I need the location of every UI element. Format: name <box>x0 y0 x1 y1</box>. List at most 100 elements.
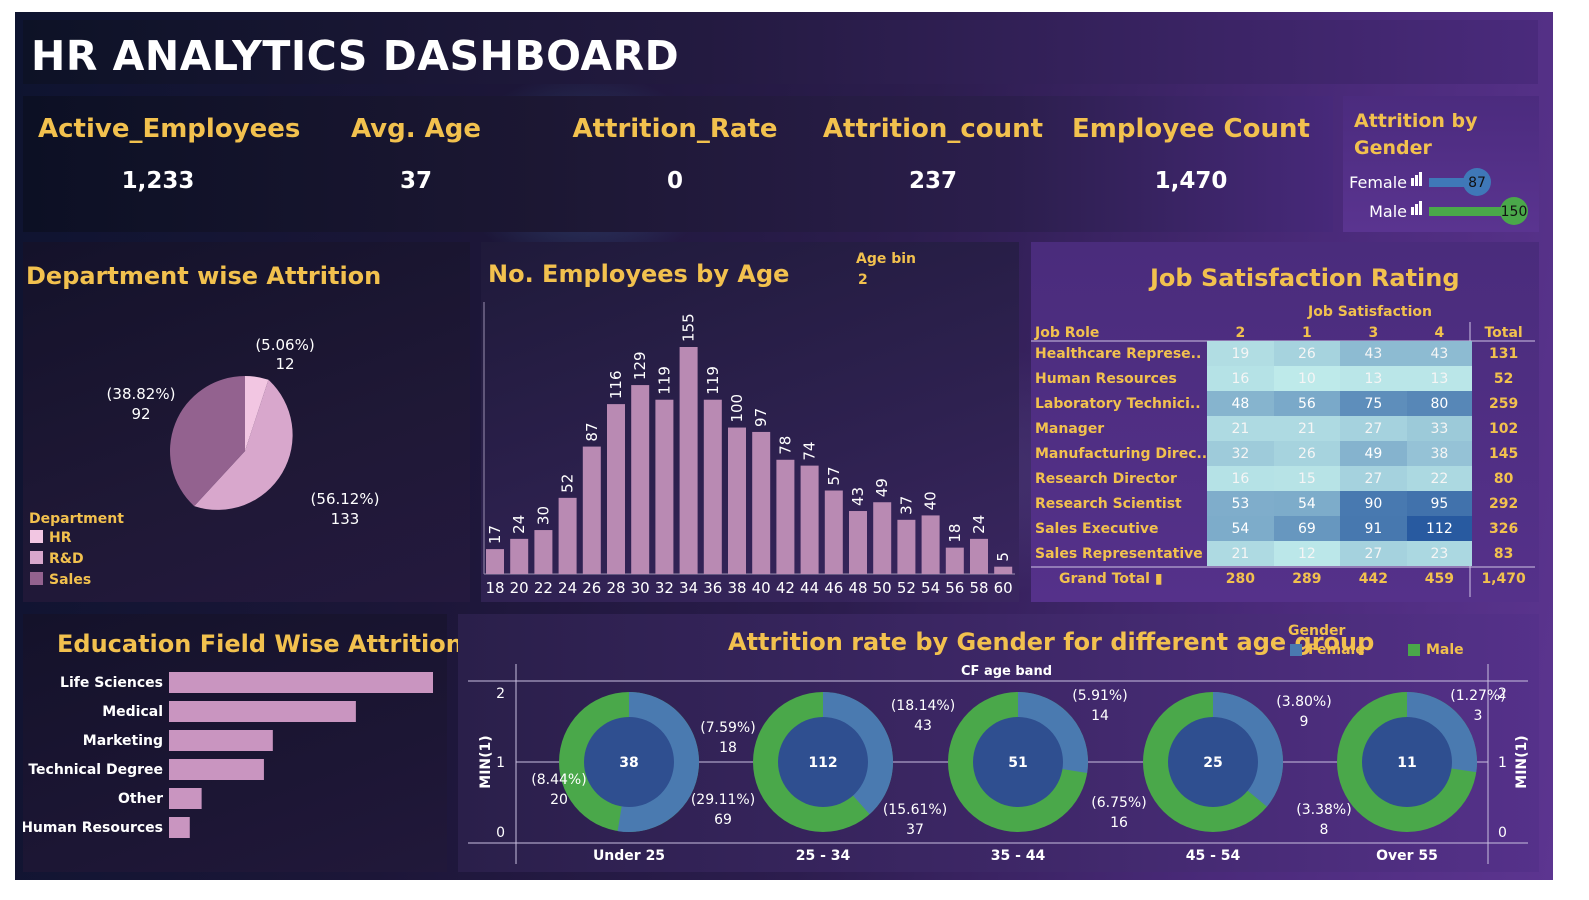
row-total: 52 <box>1493 370 1514 387</box>
age-bar <box>582 446 601 574</box>
donut-male-pct: (7.59%) <box>700 720 755 736</box>
x-tick-label: 36 <box>703 579 722 597</box>
donut-male-value: 69 <box>714 812 732 828</box>
bar-icon <box>1415 175 1418 186</box>
age-bar-value-label: 155 <box>680 313 698 342</box>
donut-male-pct: (15.61%) <box>883 802 947 818</box>
age-bar-value-label: 24 <box>970 515 988 534</box>
gender-label-male: Male <box>1369 202 1407 221</box>
age-bar-value-label: 49 <box>873 478 891 497</box>
page-title: HR ANALYTICS DASHBOARD <box>31 32 680 80</box>
donut-center-value: 11 <box>1397 755 1416 771</box>
y-tick-left-0: 0 <box>496 825 505 841</box>
age-bar <box>631 385 650 574</box>
education-category-label: Other <box>118 791 163 807</box>
band-label: Under 25 <box>593 848 665 864</box>
donut-male-value: 16 <box>1110 815 1128 831</box>
age-bar <box>945 547 964 574</box>
grand-total-row: Grand Total ▮ 280 289 442 459 1,470 <box>1031 566 1535 591</box>
row-total: 259 <box>1488 395 1519 412</box>
table-row[interactable]: Human Resources 16 10 13 13 52 <box>1031 366 1535 391</box>
pie-label-hr-value: 12 <box>275 355 294 373</box>
x-tick-label: 50 <box>873 579 892 597</box>
column-header: Total <box>1484 325 1523 341</box>
x-tick-label: 40 <box>752 579 771 597</box>
heat-cell: 21 <box>1273 416 1341 441</box>
x-tick-label: 26 <box>582 579 601 597</box>
table-row[interactable]: Laboratory Technici.. 48 56 75 80 259 <box>1031 391 1535 416</box>
legend-swatch-hr <box>30 530 43 543</box>
table-row[interactable]: Manufacturing Direc.. 32 26 49 38 145 <box>1031 441 1535 466</box>
employees-by-age-panel: No. Employees by Age Age bin 2 17 24 30 52 8… <box>481 242 1019 602</box>
donut-male-pct: (6.75%) <box>1091 795 1146 811</box>
bar-icon <box>1419 201 1422 215</box>
band-label: 35 - 44 <box>991 848 1046 864</box>
legend-label-hr: HR <box>49 530 72 546</box>
grand-total-label: Grand Total ▮ <box>1059 570 1163 587</box>
heat-cell: 38 <box>1406 441 1473 466</box>
kpi-label: Attrition_Rate <box>572 114 778 144</box>
gender-value-female: 87 <box>1468 175 1486 191</box>
row-label: Manager <box>1035 420 1105 437</box>
row-total: 83 <box>1493 545 1514 562</box>
heat-cell: 43 <box>1406 341 1473 366</box>
heat-cell: 90 <box>1340 491 1407 516</box>
table-row[interactable]: Healthcare Represe.. 19 26 43 43 131 <box>1031 341 1535 366</box>
y-axis-title-right: MIN(1) <box>1514 735 1530 788</box>
y-tick-right-1: 1 <box>1498 755 1507 771</box>
heat-cell: 21 <box>1207 541 1274 566</box>
table-row[interactable]: Sales Representative 21 12 27 23 83 <box>1031 541 1535 566</box>
age-bar-value-label: 119 <box>704 366 722 395</box>
education-bar <box>169 817 190 838</box>
gender-label-female: Female <box>1349 173 1407 192</box>
row-label: Laboratory Technici.. <box>1035 395 1201 412</box>
heat-cell: 13 <box>1406 366 1473 391</box>
kpi-label: Avg. Age <box>350 114 482 144</box>
heat-cell: 22 <box>1406 466 1473 491</box>
heat-cell: 33 <box>1406 416 1473 441</box>
row-total: 131 <box>1488 345 1519 362</box>
x-tick-label: 38 <box>727 579 746 597</box>
heat-cell: 54 <box>1207 516 1274 541</box>
kpi-value: 1,233 <box>121 168 195 194</box>
y-tick-left-2: 2 <box>496 686 505 702</box>
x-tick-label: 18 <box>485 579 504 597</box>
column-header: 4 <box>1434 325 1445 341</box>
heat-cell: 69 <box>1273 516 1341 541</box>
kpi-value: 1,470 <box>1154 168 1228 194</box>
x-tick-label: 48 <box>848 579 867 597</box>
age-bar <box>679 347 698 574</box>
table-row[interactable]: Research Scientist 53 54 90 95 292 <box>1031 491 1535 516</box>
education-category-label: Life Sciences <box>60 675 163 691</box>
row-label: Healthcare Represe.. <box>1035 345 1202 362</box>
heat-cell: 49 <box>1340 441 1407 466</box>
heat-cell: 26 <box>1273 441 1341 466</box>
heat-cell: 16 <box>1207 366 1274 391</box>
education-bar <box>169 730 273 751</box>
age-bar-value-label: 17 <box>486 525 504 544</box>
age-bar-value-label: 30 <box>534 506 552 525</box>
donut-female-value: 3 <box>1474 708 1483 724</box>
pie-label-sales-pct: (38.82%) <box>107 385 176 403</box>
column-header: 1 <box>1301 325 1312 341</box>
x-tick-label: 60 <box>994 579 1013 597</box>
heat-cell: 56 <box>1273 391 1341 416</box>
age-bar <box>728 427 746 574</box>
heat-cell: 95 <box>1406 491 1473 516</box>
x-tick-label: 28 <box>606 579 625 597</box>
legend-swatch-sales <box>30 572 43 585</box>
age-bar <box>849 511 867 574</box>
heat-cell: 54 <box>1273 491 1341 516</box>
heat-cell: 15 <box>1273 466 1341 491</box>
age-bar <box>994 566 1013 574</box>
age-bar-value-label: 43 <box>849 487 867 506</box>
age-bar-value-label: 37 <box>897 496 915 515</box>
table-row[interactable]: Research Director 16 15 27 22 80 <box>1031 466 1535 491</box>
x-tick-label: 24 <box>558 579 577 597</box>
age-bar-value-label: 40 <box>922 491 940 510</box>
table-row[interactable]: Sales Executive 54 69 91 112 326 <box>1031 516 1535 541</box>
bar-icon <box>1411 178 1414 186</box>
heat-cell: 16 <box>1207 466 1274 491</box>
donut-female-pct: (18.14%) <box>891 698 955 714</box>
table-row[interactable]: Manager 21 21 27 33 102 <box>1031 416 1535 441</box>
